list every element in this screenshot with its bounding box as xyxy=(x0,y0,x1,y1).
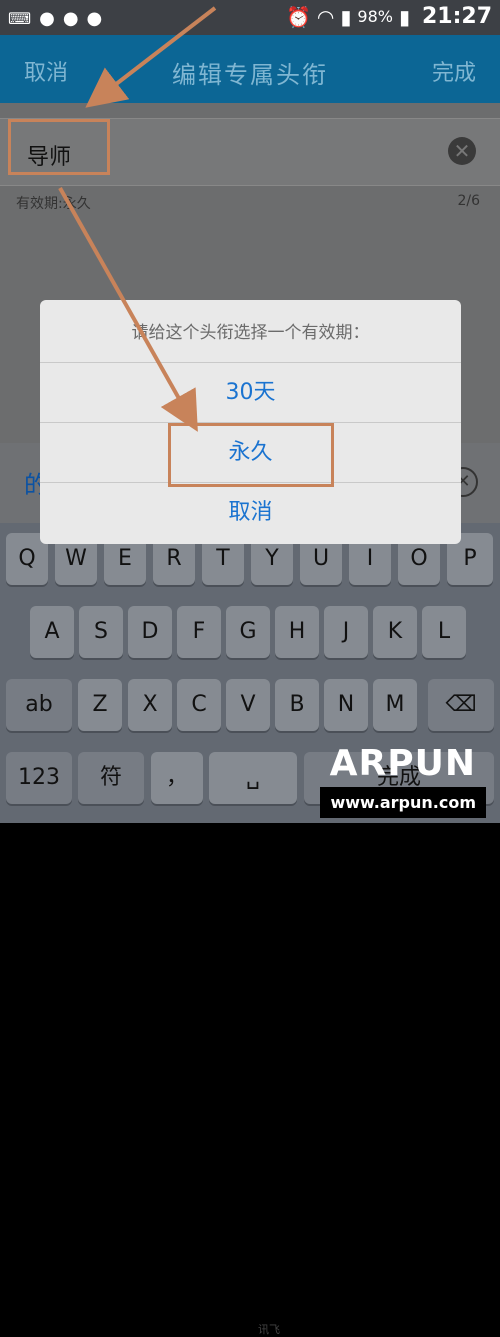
key[interactable]: G xyxy=(226,606,270,658)
key[interactable]: N xyxy=(324,679,368,731)
watermark-title: ARPUN xyxy=(329,743,476,784)
done-button[interactable]: 完成 xyxy=(432,55,476,87)
char-count: 2/6 xyxy=(457,193,480,209)
numbers-key[interactable]: 123 xyxy=(6,752,72,804)
status-right: ⏰ ◠ ▮ 98% ▮ 21:27 xyxy=(286,4,492,29)
wechat-icon: ● xyxy=(86,8,103,29)
shift-key[interactable]: ab xyxy=(6,679,72,731)
wifi-icon: ◠ xyxy=(316,4,335,29)
ime-brand: 讯飞 xyxy=(258,1323,280,1336)
comma-key[interactable]: ， xyxy=(151,752,203,804)
key[interactable]: S xyxy=(79,606,123,658)
wechat-icon: ● xyxy=(62,8,79,29)
app-bar: 取消 编辑专属头衔 完成 xyxy=(0,35,500,103)
clear-icon[interactable]: ✕ xyxy=(448,137,476,165)
key[interactable]: X xyxy=(128,679,172,731)
key[interactable]: C xyxy=(177,679,221,731)
alarm-icon: ⏰ xyxy=(286,4,311,29)
status-bar: ⌨ ● ● ● ⏰ ◠ ▮ 98% ▮ 21:27 xyxy=(0,0,500,35)
wechat-icon: ● xyxy=(39,8,55,29)
key[interactable]: F xyxy=(177,606,221,658)
key[interactable]: L xyxy=(422,606,466,658)
space-key[interactable]: ␣ xyxy=(209,752,297,804)
key[interactable]: D xyxy=(128,606,172,658)
dialog-title: 请给这个头衔选择一个有效期： xyxy=(131,323,370,343)
validity-dialog: 请给这个头衔选择一个有效期： 30天 永久 取消 xyxy=(40,300,461,544)
key[interactable]: A xyxy=(30,606,74,658)
page-title: 编辑专属头衔 xyxy=(172,61,328,89)
key[interactable]: H xyxy=(275,606,319,658)
symbols-key[interactable]: 符 xyxy=(78,752,144,804)
key[interactable]: M xyxy=(373,679,417,731)
battery-icon: ▮ xyxy=(398,4,410,29)
keyboard-icon: ⌨ xyxy=(8,9,32,28)
key[interactable]: K xyxy=(373,606,417,658)
option-30-days[interactable]: 30天 xyxy=(40,362,461,423)
watermark: ARPUN www.arpun.com xyxy=(310,743,490,823)
clock: 21:27 xyxy=(421,4,492,29)
key[interactable]: B xyxy=(275,679,319,731)
key[interactable]: J xyxy=(324,606,368,658)
annotation-box-title xyxy=(8,119,110,175)
watermark-url: www.arpun.com xyxy=(320,787,486,818)
key[interactable]: Z xyxy=(78,679,122,731)
annotation-box-permanent xyxy=(168,423,334,487)
key[interactable]: V xyxy=(226,679,270,731)
battery-percent: 98% xyxy=(357,7,393,26)
validity-label: 有效期:永久 xyxy=(16,196,91,212)
option-cancel[interactable]: 取消 xyxy=(40,482,461,543)
signal-icon: ▮ xyxy=(340,4,352,29)
notification-icons: ⌨ ● ● ● xyxy=(8,8,102,29)
backspace-key[interactable]: ⌫ xyxy=(428,679,494,731)
